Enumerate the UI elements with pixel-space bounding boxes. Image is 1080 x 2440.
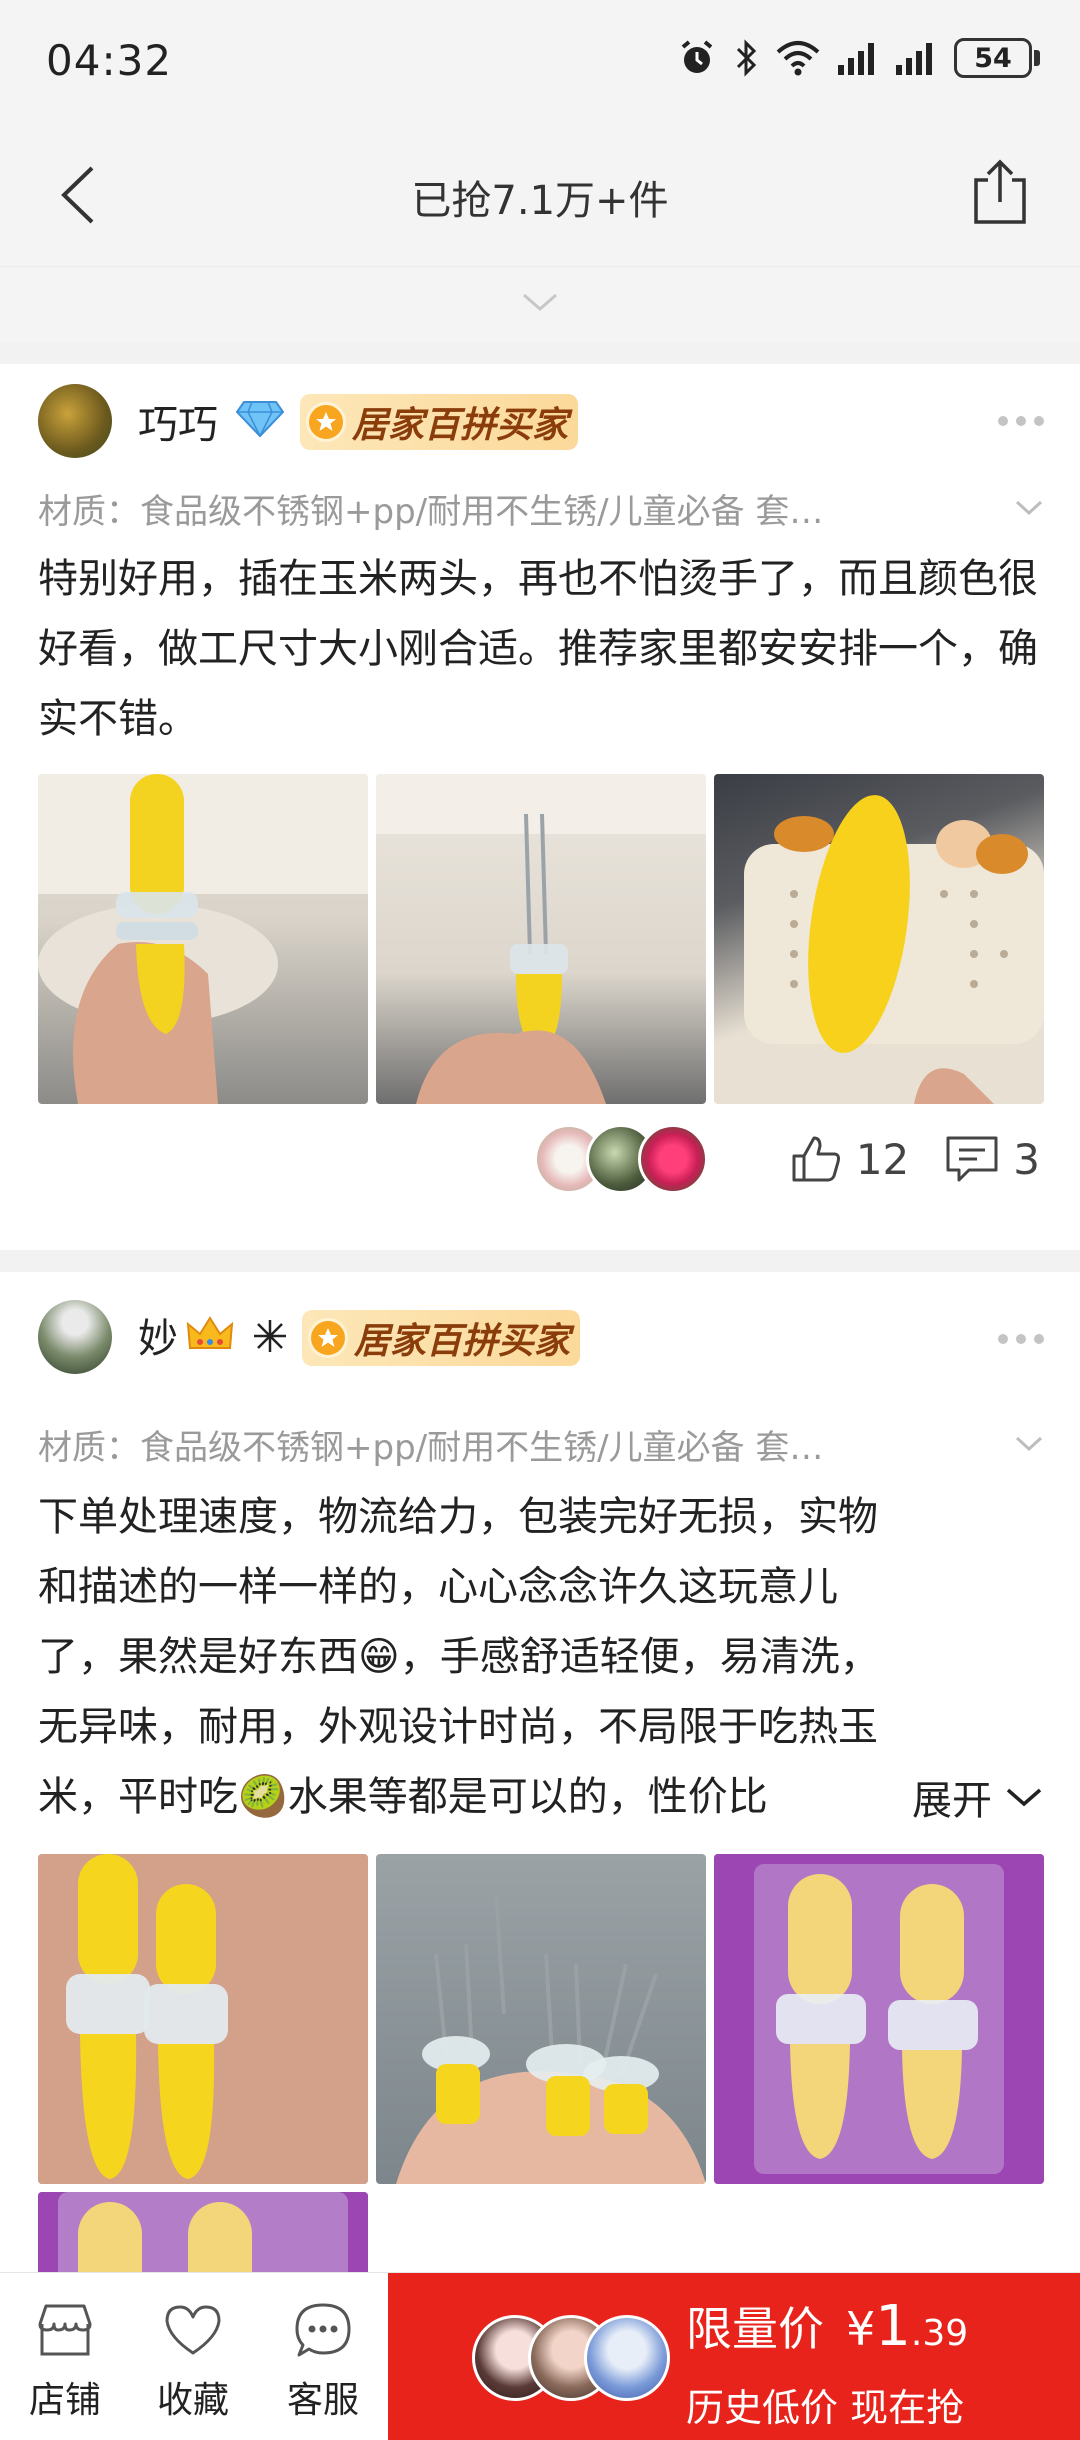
review-card: 巧巧 居家百拼买家 材质：食品级不锈钢+pp/耐用不生锈/儿童必备 套… 特别好…: [0, 364, 1080, 1250]
chevron-down-icon: [523, 293, 557, 311]
battery-level: 54: [954, 38, 1032, 78]
crown-icon: [186, 1316, 234, 1349]
buy-now-button[interactable]: 限量价 ¥ 1 .39 历史低价 现在抢: [388, 2273, 1080, 2440]
review-text: 特别好用，插在玉米两头，再也不怕烫手了，而且颜色很好看，做工尺寸大小刚合适。推荐…: [38, 556, 1038, 742]
customer-service-label: 客服: [286, 2380, 359, 2421]
more-options-icon[interactable]: [998, 416, 1044, 428]
signal-icon-2: [896, 43, 932, 75]
favorite-button[interactable]: 收藏: [138, 2299, 248, 2423]
liker-avatars: [533, 1124, 708, 1194]
like-button[interactable]: 12: [790, 1134, 909, 1184]
buyer-tag-label: 居家百拼买家: [352, 405, 569, 446]
avatar: [637, 1124, 708, 1194]
customer-service-button[interactable]: 客服: [268, 2299, 378, 2423]
avatar[interactable]: [38, 1300, 112, 1374]
avatar[interactable]: [38, 384, 112, 458]
heart-icon: [165, 2305, 221, 2355]
buyer-avatars: [472, 2315, 670, 2401]
bluetooth-icon: [736, 39, 757, 77]
review-photo[interactable]: [38, 1854, 368, 2184]
star-badge-icon: [308, 1318, 348, 1358]
avatar: [584, 2315, 670, 2401]
chat-bubble-icon: [295, 2303, 351, 2357]
review-text-line: 下单处理速度，物流给力，包装完好无损，实物: [38, 1494, 878, 1540]
review-photo[interactable]: [714, 1854, 1044, 2184]
battery-indicator: 54: [954, 38, 1040, 78]
sku-info: 材质：食品级不锈钢+pp/耐用不生锈/儿童必备 套…: [38, 1428, 824, 1468]
signal-icon: [838, 43, 874, 75]
comment-button[interactable]: 3: [945, 1134, 1040, 1184]
review-photo[interactable]: [376, 1854, 706, 2184]
more-options-icon[interactable]: [998, 1334, 1044, 1346]
thumbs-up-icon: [792, 1136, 840, 1182]
like-count: 12: [855, 1134, 910, 1184]
review-photo[interactable]: [376, 774, 706, 1104]
chevron-down-icon: [1006, 1788, 1042, 1807]
review-photos: [38, 774, 1044, 1104]
price-currency: ¥: [846, 2302, 876, 2356]
chevron-down-icon[interactable]: [1014, 498, 1044, 518]
price-line: 限量价 ¥ 1 .39: [686, 2293, 968, 2359]
share-icon[interactable]: [970, 156, 1030, 228]
review-text-line: 了，果然是好东西😁，手感舒适轻便，易清洗，: [38, 1634, 880, 1680]
top-header: 已抢7.1万+件: [0, 120, 1080, 266]
buyer-tag-label: 居家百拼买家: [354, 1321, 571, 1362]
page-title: 已抢7.1万+件: [411, 178, 669, 224]
divider: [0, 342, 1080, 364]
sku-info: 材质：食品级不锈钢+pp/耐用不生锈/儿童必备 套…: [38, 492, 824, 532]
expand-button[interactable]: 展开: [872, 1762, 1044, 1832]
review-card: 妙 居家百拼买家 材质：食品级不锈钢+pp/耐用不生锈/儿童必备 套… 下单处理…: [0, 1272, 1080, 2440]
shop-icon: [38, 2304, 92, 2356]
comment-icon: [946, 1136, 998, 1182]
shop-label: 店铺: [28, 2380, 101, 2421]
buyer-tag: 居家百拼买家: [300, 394, 579, 450]
price-label: 限量价: [686, 2302, 824, 2356]
username: 巧巧: [138, 402, 218, 448]
review-stats: 12 3: [533, 1124, 1040, 1194]
alarm-icon: [681, 40, 713, 73]
diamond-icon: [236, 401, 284, 438]
review-photo[interactable]: [38, 774, 368, 1104]
status-time: 04:32: [46, 36, 173, 85]
star-badge-icon: [306, 402, 346, 442]
price-subtitle: 历史低价 现在抢: [686, 2386, 965, 2430]
status-icons: 54: [678, 38, 1040, 78]
shop-button[interactable]: 店铺: [10, 2299, 120, 2423]
price-integer: 1: [875, 2294, 911, 2359]
favorite-label: 收藏: [156, 2380, 229, 2421]
review-text-line: 和描述的一样一样的，心心念念许久这玩意儿: [38, 1564, 838, 1610]
sparkle-icon: [254, 1320, 286, 1352]
chevron-down-icon[interactable]: [1014, 1434, 1044, 1454]
expand-label: 展开: [912, 1778, 992, 1824]
review-photo[interactable]: [714, 774, 1044, 1104]
username: 妙: [138, 1316, 178, 1362]
price-decimal: .39: [910, 2313, 969, 2354]
buyer-tag: 居家百拼买家: [302, 1310, 581, 1366]
review-text-line: 无异味，耐用，外观设计时尚，不局限于吃热玉: [38, 1704, 878, 1750]
wifi-icon: [776, 41, 820, 76]
status-bar: 04:32 54: [0, 0, 1080, 120]
bottom-action-bar: 店铺 收藏 客服 限量价 ¥ 1 .39 历史低价 现在抢: [0, 2272, 1080, 2440]
comment-count: 3: [1013, 1134, 1040, 1184]
collapse-strip[interactable]: [0, 266, 1080, 342]
divider: [0, 1250, 1080, 1272]
